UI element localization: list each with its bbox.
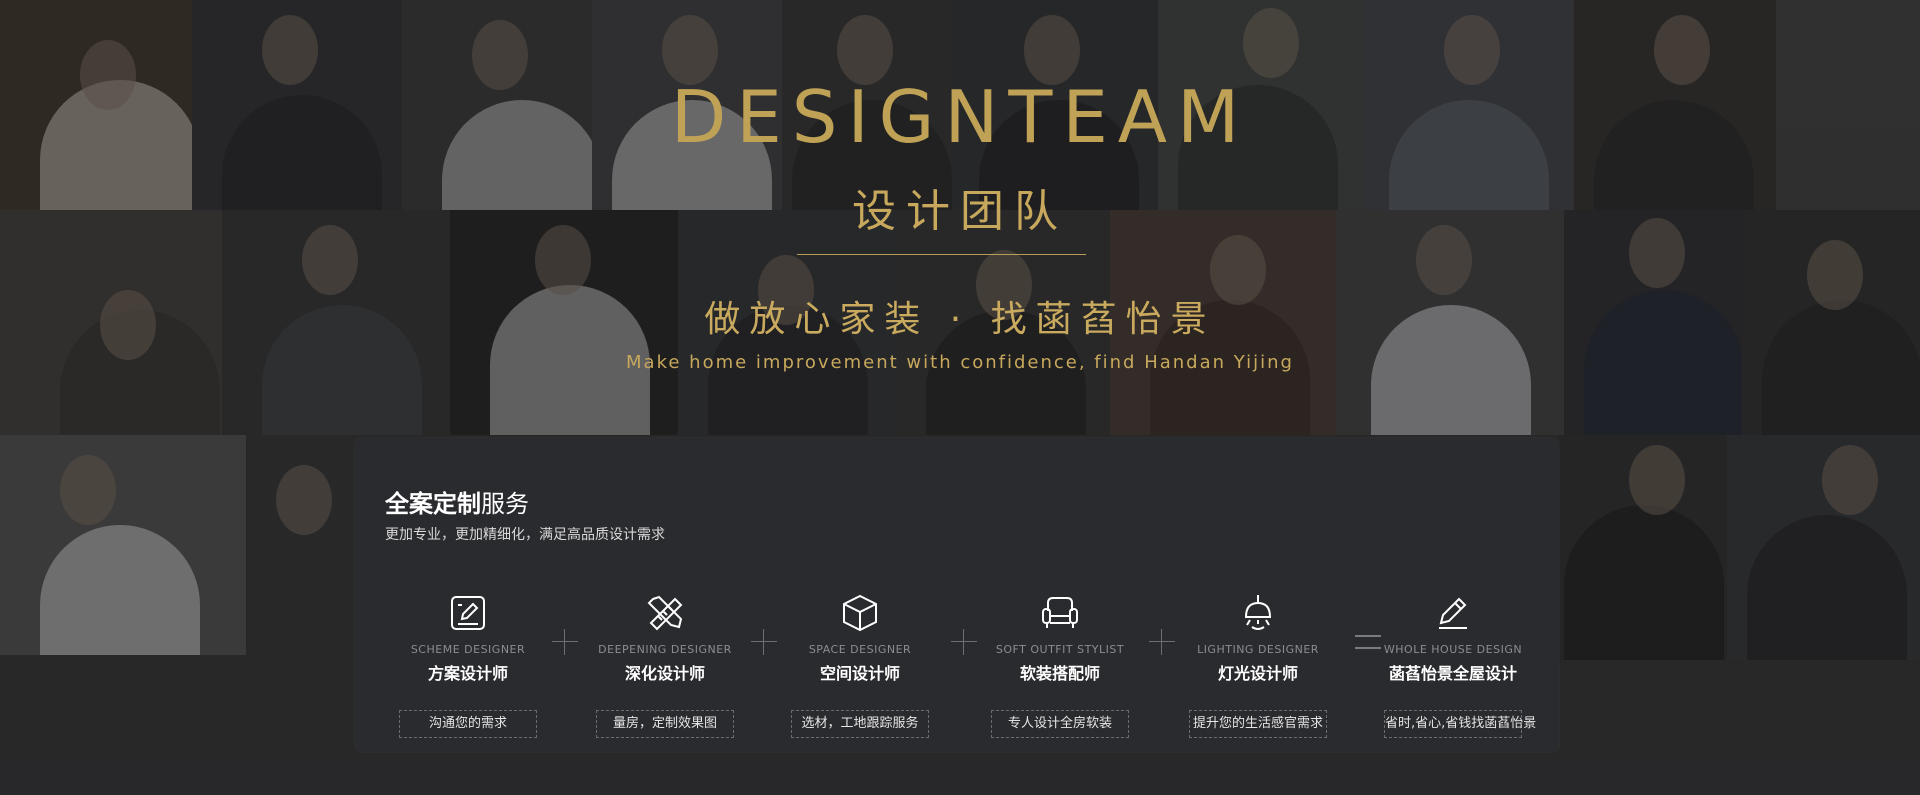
panel-subtitle: 更加专业，更加精细化，满足高品质设计需求: [385, 527, 665, 543]
service-english-title: SOFT OUTFIT STYLIST: [995, 643, 1125, 656]
service-lighting-designer[interactable]: LIGHTING DESIGNER 灯光设计师 提升您的生活感官需求: [1173, 593, 1343, 738]
title-english: DESIGNTEAM: [670, 75, 1250, 159]
pencil-icon: [1439, 597, 1467, 629]
service-list: SCHEME DESIGNER 方案设计师 沟通您的需求 DEEPENING D…: [383, 593, 1536, 738]
edit-square-icon: [451, 596, 485, 630]
service-english-title: SPACE DESIGNER: [808, 643, 912, 656]
plus-separator: [1149, 629, 1175, 655]
service-chinese-title: 深化设计师: [624, 664, 705, 683]
service-chinese-title: 软装搭配师: [1019, 664, 1100, 683]
plus-separator: [951, 629, 977, 655]
service-tag: 选材，工地跟踪服务: [791, 710, 929, 738]
title-chinese: 设计团队: [852, 186, 1068, 237]
service-space-designer[interactable]: SPACE DESIGNER 空间设计师 选材，工地跟踪服务: [775, 593, 945, 738]
service-panel: 全案定制服务 更加专业，更加精细化，满足高品质设计需求 SCHEME DESIG…: [355, 438, 1559, 752]
panel-title-bold: 全案定制: [385, 490, 481, 518]
service-english-title: SCHEME DESIGNER: [410, 643, 526, 656]
slogan-chinese: 做放心家装 · 找菡萏怡景: [704, 299, 1216, 340]
cube-icon: [843, 594, 877, 632]
plus-separator: [552, 629, 578, 655]
panel-title: 全案定制服务: [385, 484, 529, 519]
service-chinese-title: 灯光设计师: [1217, 664, 1298, 683]
service-soft-outfit-stylist[interactable]: SOFT OUTFIT STYLIST 软装搭配师 专人设计全房软装: [975, 593, 1145, 738]
service-tag: 提升您的生活感官需求: [1189, 710, 1327, 738]
service-tag: 沟通您的需求: [399, 710, 537, 738]
pendant-lamp-icon: [1244, 595, 1272, 630]
service-chinese-title: 空间设计师: [819, 664, 900, 683]
service-deepening-designer[interactable]: DEEPENING DESIGNER 深化设计师 量房，定制效果图: [580, 593, 750, 738]
service-scheme-designer[interactable]: SCHEME DESIGNER 方案设计师 沟通您的需求: [383, 593, 553, 738]
service-chinese-title: 菡萏怡景全屋设计: [1388, 664, 1517, 683]
service-whole-house-design[interactable]: WHOLE HOUSE DESIGN 菡萏怡景全屋设计 省时,省心,省钱找菡萏怡…: [1368, 593, 1538, 738]
service-english-title: DEEPENING DESIGNER: [598, 643, 732, 656]
ruler-pencil-icon: [647, 595, 683, 631]
service-english-title: LIGHTING DESIGNER: [1197, 643, 1319, 656]
slogan-english: Make home improvement with confidence, f…: [626, 352, 1294, 373]
gold-divider: [797, 254, 1086, 255]
service-tag: 量房，定制效果图: [596, 710, 734, 738]
sofa-icon: [1042, 597, 1078, 628]
service-tag: 省时,省心,省钱找菡萏怡景: [1384, 710, 1536, 738]
service-tag: 专人设计全房软装: [991, 710, 1129, 738]
panel-title-light: 服务: [481, 490, 529, 518]
plus-separator: [751, 629, 777, 655]
service-english-title: WHOLE HOUSE DESIGN: [1383, 643, 1523, 656]
service-chinese-title: 方案设计师: [427, 664, 508, 683]
